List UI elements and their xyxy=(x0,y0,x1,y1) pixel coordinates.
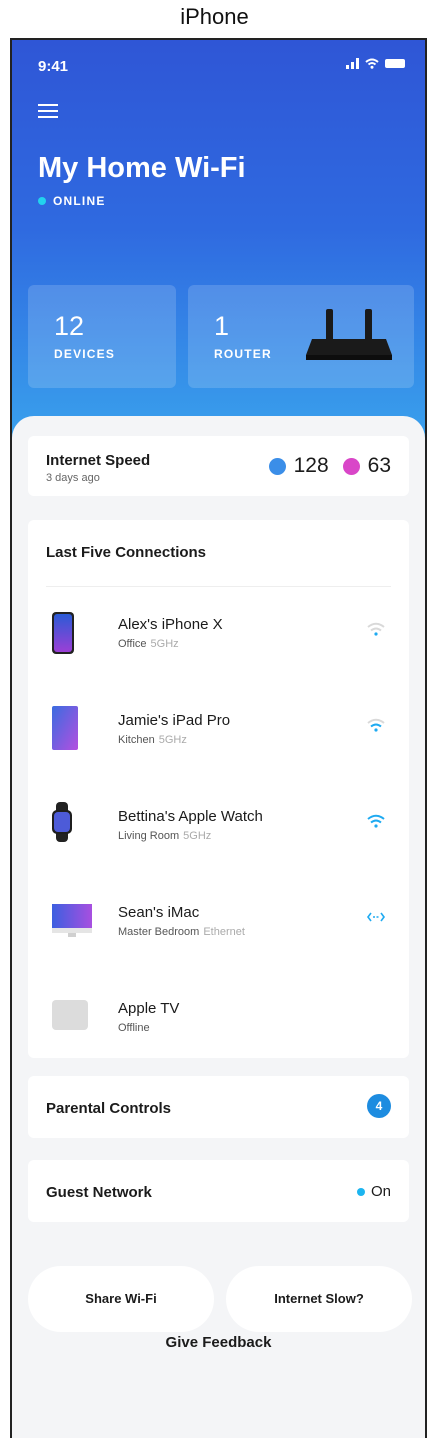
guest-network-state: On xyxy=(370,1183,391,1200)
parental-controls-badge: 4 xyxy=(367,1094,391,1118)
header-hero: 9:41 My Home Wi-Fi ONLINE 12 DEVICES 1 R… xyxy=(12,40,425,460)
internet-speed-title: Internet Speed xyxy=(46,452,151,469)
devices-label: DEVICES xyxy=(54,347,116,361)
cellular-signal-icon xyxy=(346,58,359,69)
last-connections-title: Last Five Connections xyxy=(46,544,207,561)
status-dot-icon xyxy=(356,1187,365,1196)
battery-icon xyxy=(385,59,405,68)
connection-row-alex-iphone[interactable]: Alex's iPhone X Office 5GHz xyxy=(28,602,409,672)
router-icon xyxy=(306,309,392,360)
wifi-status-icon xyxy=(365,58,379,69)
phone-frame: 9:41 My Home Wi-Fi ONLINE 12 DEVICES 1 R… xyxy=(10,38,427,1438)
internet-slow-button[interactable]: Internet Slow? xyxy=(226,1266,412,1332)
upload-speed: 63 xyxy=(367,454,391,477)
device-caption: iPhone xyxy=(180,4,249,29)
device-location: Office 5GHz xyxy=(118,638,179,650)
device-location: Kitchen 5GHz xyxy=(118,734,187,746)
device-name: Bettina's Apple Watch xyxy=(118,808,263,825)
tv-icon xyxy=(52,1000,88,1030)
desktop-icon xyxy=(52,904,92,937)
network-status-label: ONLINE xyxy=(53,194,106,208)
device-location: Living Room 5GHz xyxy=(118,830,212,842)
wifi-strong-icon xyxy=(367,814,385,828)
guest-network-status: On xyxy=(356,1183,391,1200)
watch-icon xyxy=(52,802,72,842)
online-dot-icon xyxy=(38,197,46,205)
hamburger-menu-icon[interactable] xyxy=(38,104,58,122)
network-title: My Home Wi-Fi xyxy=(38,152,246,184)
device-name: Apple TV xyxy=(118,1000,180,1017)
device-location: Master Bedroom Ethernet xyxy=(118,926,245,938)
network-status: ONLINE xyxy=(38,194,106,208)
connection-row-jamie-ipad[interactable]: Jamie's iPad Pro Kitchen 5GHz xyxy=(28,698,409,768)
divider xyxy=(46,586,391,587)
give-feedback-link[interactable]: Give Feedback xyxy=(12,1334,425,1351)
guest-network-card[interactable]: Guest Network On xyxy=(28,1160,409,1222)
device-name: Sean's iMac xyxy=(118,904,200,921)
ethernet-icon xyxy=(367,912,385,922)
router-count: 1 xyxy=(214,311,230,341)
tablet-icon xyxy=(52,706,78,750)
connection-row-apple-tv[interactable]: Apple TV Offline xyxy=(28,986,409,1056)
last-connections-card: Last Five Connections Alex's iPhone X Of… xyxy=(28,520,409,1058)
speed-values: 128 63 xyxy=(268,454,391,478)
download-icon xyxy=(268,457,286,475)
connection-row-sean-imac[interactable]: Sean's iMac Master Bedroom Ethernet xyxy=(28,890,409,960)
download-speed: 128 xyxy=(293,454,329,477)
share-wifi-button[interactable]: Share Wi-Fi xyxy=(28,1266,214,1332)
parental-controls-card[interactable]: Parental Controls 4 xyxy=(28,1076,409,1138)
router-tile[interactable]: 1 ROUTER xyxy=(188,285,414,388)
status-icons xyxy=(346,58,405,69)
devices-count: 12 xyxy=(54,311,85,341)
connection-row-bettina-watch[interactable]: Bettina's Apple Watch Living Room 5GHz xyxy=(28,794,409,864)
guest-network-title: Guest Network xyxy=(46,1184,152,1201)
upload-icon xyxy=(342,457,360,475)
wifi-medium-icon xyxy=(367,718,385,732)
wifi-weak-icon xyxy=(367,622,385,636)
device-name: Jamie's iPad Pro xyxy=(118,712,231,729)
parental-controls-title: Parental Controls xyxy=(46,1100,172,1117)
router-label: ROUTER xyxy=(214,347,272,361)
internet-speed-subtitle: 3 days ago xyxy=(46,472,100,484)
phone-icon xyxy=(52,612,74,654)
device-name: Alex's iPhone X xyxy=(118,616,223,633)
devices-tile[interactable]: 12 DEVICES xyxy=(28,285,176,388)
device-status: Offline xyxy=(118,1022,150,1034)
internet-speed-card[interactable]: Internet Speed 3 days ago 128 63 xyxy=(28,436,409,496)
status-time: 9:41 xyxy=(38,58,69,75)
